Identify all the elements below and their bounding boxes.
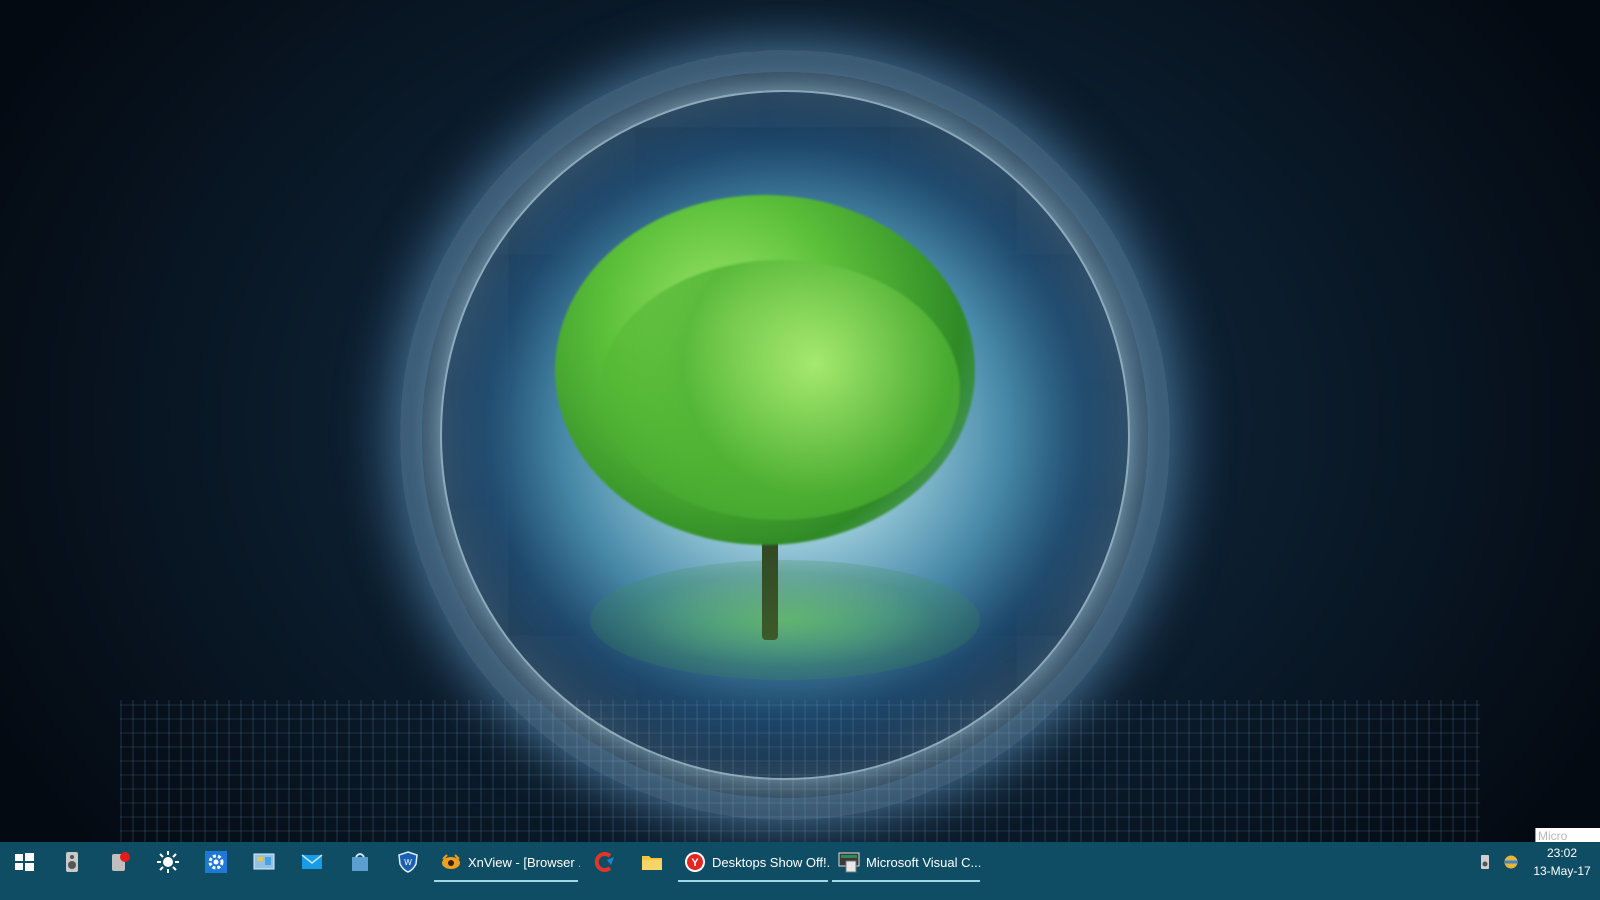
speaker-app-button[interactable] <box>48 842 96 882</box>
tray-speaker-button[interactable] <box>1472 842 1498 882</box>
control-panel-icon <box>253 853 275 870</box>
sun-icon <box>157 851 179 873</box>
file-explorer-button[interactable] <box>628 842 676 882</box>
clock[interactable]: 23:02 13-May-17 <box>1524 842 1600 882</box>
mail-app-button[interactable] <box>288 842 336 882</box>
brightness-app-button[interactable] <box>144 842 192 882</box>
task-desktops-show-off[interactable]: Y Desktops Show Off!... <box>676 842 830 882</box>
record-icon <box>112 852 130 871</box>
tray-network-button[interactable] <box>1498 842 1524 882</box>
task-vc-label: Microsoft Visual C... <box>866 854 982 870</box>
clock-time: 23:02 <box>1546 846 1578 860</box>
visual-c-icon <box>838 850 860 874</box>
store-app-button[interactable] <box>336 842 384 882</box>
taskbar: W XnView - [Browser ... Y Desktops Show … <box>0 842 1600 900</box>
gear-icon <box>205 851 227 873</box>
desktop-wallpaper <box>0 0 1600 860</box>
wallpaper-grass <box>590 560 980 680</box>
globe-icon <box>1504 855 1518 869</box>
yandex-icon: Y <box>684 850 706 874</box>
system-tray: 23:02 13-May-17 <box>1472 842 1600 882</box>
wallpaper-tree-canopy-highlight <box>600 260 960 520</box>
settings-app-button[interactable] <box>192 842 240 882</box>
task-desktops-label: Desktops Show Off!... <box>712 854 830 870</box>
folder-icon <box>642 856 662 870</box>
task-visual-c[interactable]: Microsoft Visual C... <box>830 842 982 882</box>
shield-app-button[interactable]: W <box>384 842 432 882</box>
svg-text:W: W <box>404 858 412 867</box>
shield-icon: W <box>398 851 418 873</box>
xnview-icon <box>440 850 462 874</box>
control-panel-button[interactable] <box>240 842 288 882</box>
ccleaner-button[interactable] <box>580 842 628 882</box>
speaker-icon <box>1481 855 1489 869</box>
task-xnview[interactable]: XnView - [Browser ... <box>432 842 580 882</box>
clock-date: 13-May-17 <box>1533 864 1591 878</box>
windows-logo-icon <box>15 853 34 871</box>
svg-text:Y: Y <box>691 857 699 869</box>
task-xnview-label: XnView - [Browser ... <box>468 854 580 870</box>
start-button[interactable] <box>0 842 48 882</box>
record-app-button[interactable] <box>96 842 144 882</box>
speaker-icon <box>66 852 78 872</box>
store-icon <box>352 853 368 871</box>
envelope-icon <box>301 854 323 869</box>
ccleaner-icon <box>594 852 614 872</box>
